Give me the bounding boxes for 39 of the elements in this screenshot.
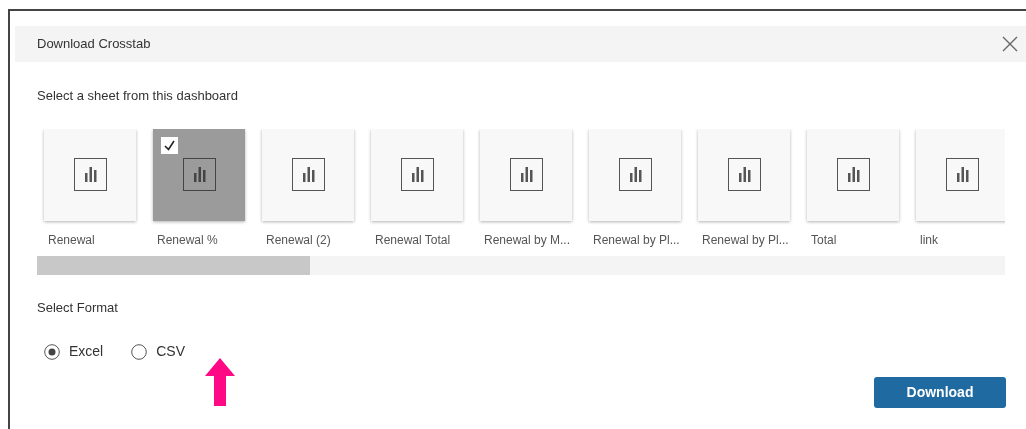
sheet-label: Renewal by Pl...	[593, 231, 681, 249]
sheet-tile[interactable]	[807, 128, 899, 221]
sheet-label: link	[920, 231, 939, 249]
sheet-label: Renewal Total	[375, 231, 452, 249]
radio-option[interactable]: CSV	[131, 341, 186, 362]
bar-chart-icon	[945, 158, 979, 191]
sheet-label: Renewal by Pl...	[702, 231, 790, 249]
dialog-title: Download Crosstab	[37, 35, 151, 54]
radio-option[interactable]: Excel	[44, 341, 104, 362]
radio-button[interactable]	[131, 343, 148, 360]
section-label: Select a sheet from this dashboard	[37, 87, 239, 105]
download-button[interactable]: Download	[874, 377, 1006, 408]
sheet-tile[interactable]	[44, 128, 136, 221]
bar-chart-icon	[618, 158, 652, 191]
sheet-tile[interactable]	[153, 128, 245, 221]
radio-button[interactable]	[44, 343, 60, 360]
section-label: Select Format	[37, 298, 119, 317]
up-arrow	[203, 356, 237, 408]
bar-chart-icon	[400, 158, 434, 191]
sheet-tile[interactable]	[916, 128, 1005, 221]
bar-chart-icon	[182, 158, 216, 191]
sheet-tile[interactable]	[371, 128, 463, 221]
sheet-label: Renewal	[48, 231, 96, 249]
sheet-tile[interactable]	[480, 128, 572, 221]
scrollbar-thumb[interactable]	[37, 255, 310, 275]
bar-chart-icon	[727, 158, 761, 191]
close-icon[interactable]	[1002, 36, 1018, 52]
bar-chart-icon	[291, 158, 325, 191]
sheet-tile[interactable]	[589, 128, 681, 221]
bar-chart-icon	[836, 158, 870, 191]
bar-chart-icon	[73, 158, 107, 191]
sheet-tile[interactable]	[262, 128, 354, 221]
sheet-tile[interactable]	[698, 128, 790, 221]
sheet-label: Renewal by M...	[484, 231, 572, 249]
sheet-label: Renewal (2)	[266, 231, 332, 249]
sheet-label: Renewal %	[157, 231, 219, 249]
sheet-label: Total	[811, 231, 838, 249]
bar-chart-icon	[509, 158, 543, 191]
scrollbar[interactable]	[37, 255, 1005, 275]
